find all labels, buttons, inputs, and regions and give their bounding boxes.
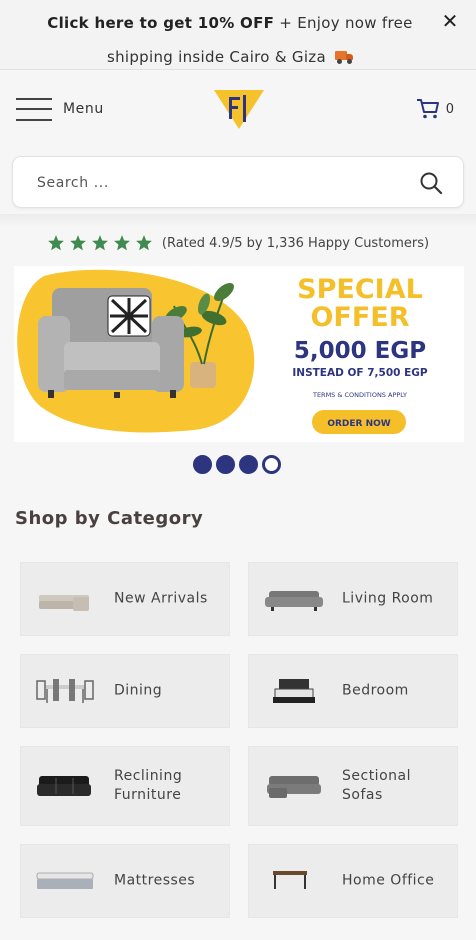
category-bedroom[interactable]: Bedroom bbox=[248, 654, 458, 728]
category-label: New Arrivals bbox=[114, 590, 208, 607]
sofa-icon bbox=[265, 591, 323, 611]
sectional-icon bbox=[267, 776, 321, 798]
star-icon bbox=[114, 235, 130, 251]
banner-headline-2: OFFER bbox=[310, 302, 409, 333]
banner-old-price: INSTEAD OF 7,500 EGP bbox=[292, 367, 428, 379]
category-sectional-sofas[interactable]: Sectional Sofas bbox=[248, 746, 458, 826]
hamburger-icon bbox=[16, 96, 52, 122]
star-icon bbox=[70, 235, 86, 251]
category-reclining-furniture[interactable]: Reclining Furniture bbox=[20, 746, 230, 826]
search-box bbox=[12, 156, 464, 208]
carousel-dot[interactable] bbox=[239, 455, 258, 474]
banner-price: 5,000 EGP bbox=[294, 338, 426, 364]
rating-stars bbox=[47, 234, 153, 252]
star-icon bbox=[136, 235, 152, 251]
category-home-office[interactable]: Home Office bbox=[248, 844, 458, 918]
mattress-icon bbox=[36, 872, 94, 889]
brand-logo[interactable] bbox=[212, 88, 266, 130]
announcement-text[interactable]: Click here to get 10% OFF + Enjoy now fr… bbox=[20, 6, 440, 74]
star-icon bbox=[48, 235, 64, 251]
category-label: Sectional Sofas bbox=[342, 768, 411, 803]
cart-count: 0 bbox=[445, 101, 454, 117]
category-label: Mattresses bbox=[114, 872, 196, 889]
star-icon bbox=[92, 235, 108, 251]
page: Click here to get 10% OFF + Enjoy now fr… bbox=[0, 0, 476, 940]
category-living-room[interactable]: Living Room bbox=[248, 562, 458, 636]
category-new-arrivals[interactable]: New Arrivals bbox=[20, 562, 230, 636]
section-title: Shop by Category bbox=[15, 508, 204, 529]
site-header: Menu 0 bbox=[0, 70, 476, 148]
category-label: Dining bbox=[114, 682, 163, 699]
category-label: Home Office bbox=[342, 872, 435, 889]
category-label: Living Room bbox=[342, 590, 434, 607]
order-now-label: ORDER NOW bbox=[327, 419, 390, 429]
announcement-bar[interactable]: Click here to get 10% OFF + Enjoy now fr… bbox=[0, 0, 476, 70]
category-mattresses[interactable]: Mattresses bbox=[20, 844, 230, 918]
recliner-icon bbox=[37, 776, 91, 796]
carousel-dot[interactable] bbox=[193, 455, 212, 474]
cart-icon bbox=[416, 99, 439, 119]
close-announcement-button[interactable]: ✕ bbox=[438, 8, 462, 34]
cart-button[interactable]: 0 bbox=[416, 97, 454, 121]
dining-set-icon bbox=[36, 679, 94, 703]
rating-strip: (Rated 4.9/5 by 1,336 Happy Customers) bbox=[0, 228, 476, 258]
search-icon[interactable] bbox=[419, 171, 443, 195]
carousel-dots bbox=[193, 455, 281, 475]
menu-button[interactable]: Menu bbox=[16, 94, 104, 124]
rating-text: (Rated 4.9/5 by 1,336 Happy Customers) bbox=[161, 235, 430, 251]
category-dining[interactable]: Dining bbox=[20, 654, 230, 728]
category-label: Reclining Furniture bbox=[114, 768, 183, 803]
menu-label: Menu bbox=[63, 101, 104, 117]
delivery-truck-icon bbox=[335, 51, 354, 64]
category-label: Bedroom bbox=[342, 682, 409, 699]
header-divider bbox=[0, 214, 476, 228]
announcement-offer[interactable]: Click here to get 10% OFF bbox=[47, 14, 274, 32]
promo-banner[interactable]: SPECIAL OFFER 5,000 EGP INSTEAD OF 7,500… bbox=[14, 266, 464, 442]
bed-icon bbox=[273, 679, 315, 703]
search-input[interactable] bbox=[37, 169, 397, 197]
banner-terms: TERMS & CONDITIONS APPLY bbox=[312, 391, 407, 399]
carousel-dot[interactable] bbox=[216, 455, 235, 474]
carousel-dot[interactable] bbox=[262, 455, 281, 474]
sectional-sofa-icon bbox=[39, 595, 89, 611]
banner-headline-1: SPECIAL bbox=[297, 274, 423, 305]
desk-icon bbox=[273, 871, 307, 889]
